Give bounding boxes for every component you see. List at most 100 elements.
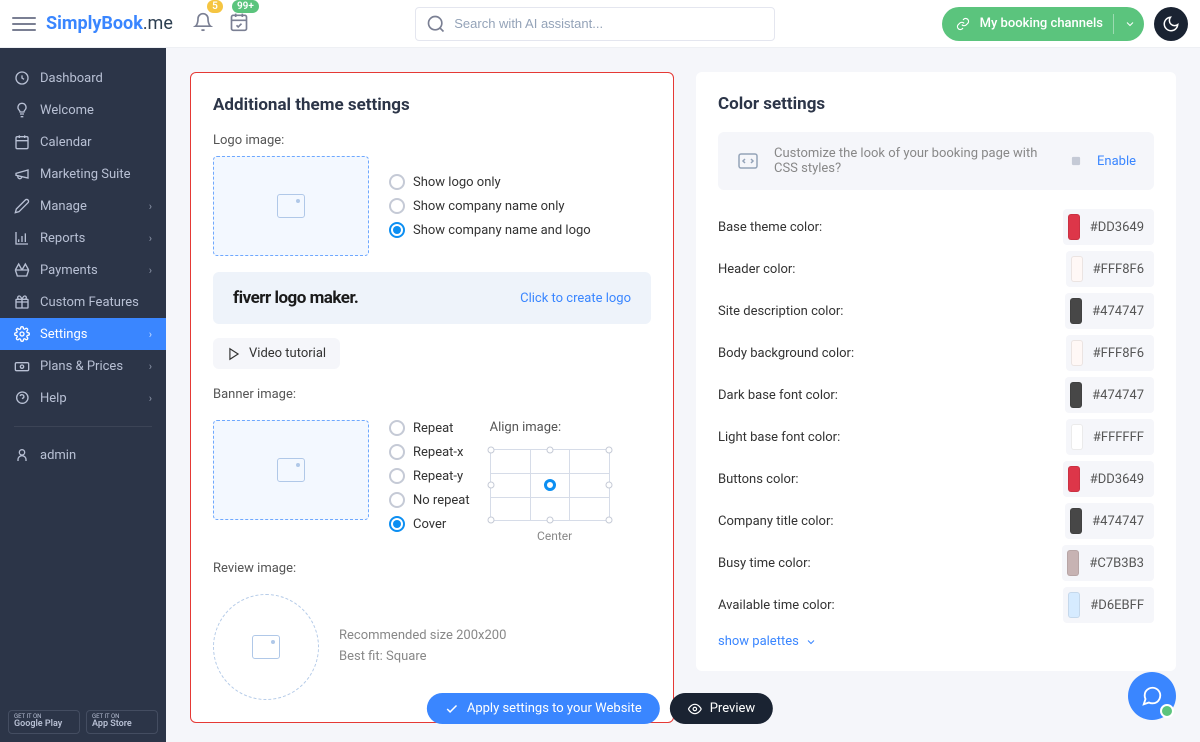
dark-mode-toggle[interactable] — [1154, 7, 1188, 41]
sidebar-item-settings[interactable]: Settings› — [0, 318, 166, 350]
search-input[interactable] — [454, 16, 764, 31]
color-label: Body background color: — [718, 346, 854, 361]
align-mr[interactable] — [605, 482, 612, 489]
enable-css-link[interactable]: Enable — [1097, 154, 1136, 169]
align-ml[interactable] — [487, 482, 494, 489]
radio-icon — [389, 222, 405, 238]
color-picker[interactable]: #474747 — [1065, 377, 1154, 413]
color-picker[interactable]: #FFFFFF — [1066, 419, 1154, 455]
color-picker[interactable]: #DD3649 — [1063, 461, 1154, 497]
align-image-control: Align image: — [490, 420, 620, 543]
color-hex: #C7B3B3 — [1089, 556, 1144, 571]
banner-option-2[interactable]: Repeat-y — [389, 468, 470, 484]
search-bar[interactable] — [415, 7, 775, 41]
sidebar-item-label: Plans & Prices — [40, 359, 123, 374]
calendar-icon — [14, 134, 30, 150]
banner-option-3[interactable]: No repeat — [389, 492, 470, 508]
logo-option-2[interactable]: Show company name and logo — [389, 222, 591, 238]
fiverr-create-link[interactable]: Click to create logo — [520, 291, 631, 306]
color-swatch — [1068, 592, 1080, 618]
radio-icon — [389, 174, 405, 190]
sidebar-item-calendar[interactable]: Calendar — [0, 126, 166, 158]
logo-part2: .me — [143, 13, 173, 34]
color-hex: #DD3649 — [1090, 220, 1144, 235]
align-bl[interactable] — [487, 517, 494, 524]
gift-icon — [14, 294, 30, 310]
booking-channels-button[interactable]: My booking channels — [942, 7, 1144, 41]
sidebar-item-label: Calendar — [40, 135, 92, 150]
logo-option-1[interactable]: Show company name only — [389, 198, 591, 214]
show-palettes-link[interactable]: show palettes — [718, 634, 1154, 649]
color-list: Base theme color:#DD3649Header color:#FF… — [718, 206, 1154, 626]
banner-option-1[interactable]: Repeat-x — [389, 444, 470, 460]
video-tutorial-button[interactable]: Video tutorial — [213, 338, 340, 369]
color-swatch — [1071, 340, 1083, 366]
app-store-badge[interactable]: GET IT ON App Store — [86, 710, 158, 734]
align-tc[interactable] — [546, 447, 553, 454]
align-tl[interactable] — [487, 447, 494, 454]
booking-channels-label: My booking channels — [980, 16, 1103, 31]
fiverr-banner: fiverr logo maker. Click to create logo — [213, 272, 651, 324]
preview-button[interactable]: Preview — [670, 693, 773, 724]
moon-icon — [1162, 15, 1180, 33]
color-label: Dark base font color: — [718, 388, 838, 403]
app-store-links: GET IT ON Google Play GET IT ON App Stor… — [0, 702, 166, 742]
color-picker[interactable]: #FFF8F6 — [1066, 335, 1154, 371]
chevron-right-icon: › — [149, 328, 152, 341]
color-hex: #474747 — [1092, 514, 1144, 529]
sidebar-item-dashboard[interactable]: Dashboard — [0, 62, 166, 94]
google-play-badge[interactable]: GET IT ON Google Play — [8, 710, 80, 734]
sidebar-item-label: Custom Features — [40, 295, 139, 310]
notifications-button[interactable]: 5 — [193, 12, 213, 36]
align-bc[interactable] — [546, 517, 553, 524]
banner-option-4[interactable]: Cover — [389, 516, 470, 532]
info-icon[interactable] — [1069, 154, 1083, 168]
color-label: Light base font color: — [718, 430, 840, 445]
color-label: Base theme color: — [718, 220, 822, 235]
color-picker[interactable]: #DD3649 — [1063, 209, 1154, 245]
bell-icon — [193, 12, 213, 32]
align-center[interactable] — [544, 479, 556, 491]
color-hex: #FFFFFF — [1093, 430, 1144, 445]
banner-option-0[interactable]: Repeat — [389, 420, 470, 436]
color-hex: #474747 — [1092, 304, 1144, 319]
review-upload[interactable] — [213, 594, 319, 700]
fiverr-logo: fiverr logo maker. — [233, 288, 358, 308]
sidebar-item-reports[interactable]: Reports› — [0, 222, 166, 254]
hamburger-menu[interactable] — [12, 12, 36, 36]
chat-fab[interactable] — [1128, 672, 1176, 720]
sidebar-item-admin[interactable]: admin — [0, 439, 166, 471]
sidebar-item-manage[interactable]: Manage› — [0, 190, 166, 222]
banner-upload[interactable] — [213, 420, 369, 520]
color-settings-card: Color settings Customize the look of you… — [696, 72, 1176, 671]
color-picker[interactable]: #D6EBFF — [1063, 587, 1154, 623]
color-picker[interactable]: #474747 — [1065, 293, 1154, 329]
color-picker[interactable]: #FFF8F6 — [1066, 251, 1154, 287]
sidebar-item-welcome[interactable]: Welcome — [0, 94, 166, 126]
alignment-grid[interactable] — [490, 449, 610, 521]
sidebar-item-plans-prices[interactable]: Plans & Prices› — [0, 350, 166, 382]
sidebar-item-help[interactable]: Help› — [0, 382, 166, 414]
logo[interactable]: SimplyBook.me — [46, 13, 173, 34]
align-tr[interactable] — [605, 447, 612, 454]
color-picker[interactable]: #474747 — [1065, 503, 1154, 539]
align-br[interactable] — [605, 517, 612, 524]
logo-option-0[interactable]: Show logo only — [389, 174, 591, 190]
calendar-check-icon — [229, 12, 249, 32]
calendar-button[interactable]: 99+ — [229, 12, 249, 36]
sidebar-item-label: Manage — [40, 199, 87, 214]
logo-upload[interactable] — [213, 156, 369, 256]
sidebar-item-custom-features[interactable]: Custom Features — [0, 286, 166, 318]
sidebar-item-marketing-suite[interactable]: Marketing Suite — [0, 158, 166, 190]
chevron-down-icon — [1124, 18, 1136, 30]
chat-icon — [1141, 685, 1163, 707]
color-picker[interactable]: #C7B3B3 — [1062, 545, 1154, 581]
chevron-right-icon: › — [149, 392, 152, 405]
apply-settings-button[interactable]: Apply settings to your Website — [427, 693, 660, 724]
image-placeholder-icon — [277, 458, 305, 482]
color-settings-title: Color settings — [718, 94, 1154, 114]
play-icon — [227, 347, 241, 361]
sidebar-item-payments[interactable]: Payments› — [0, 254, 166, 286]
color-swatch — [1068, 214, 1080, 240]
dashboard-icon — [14, 70, 30, 86]
